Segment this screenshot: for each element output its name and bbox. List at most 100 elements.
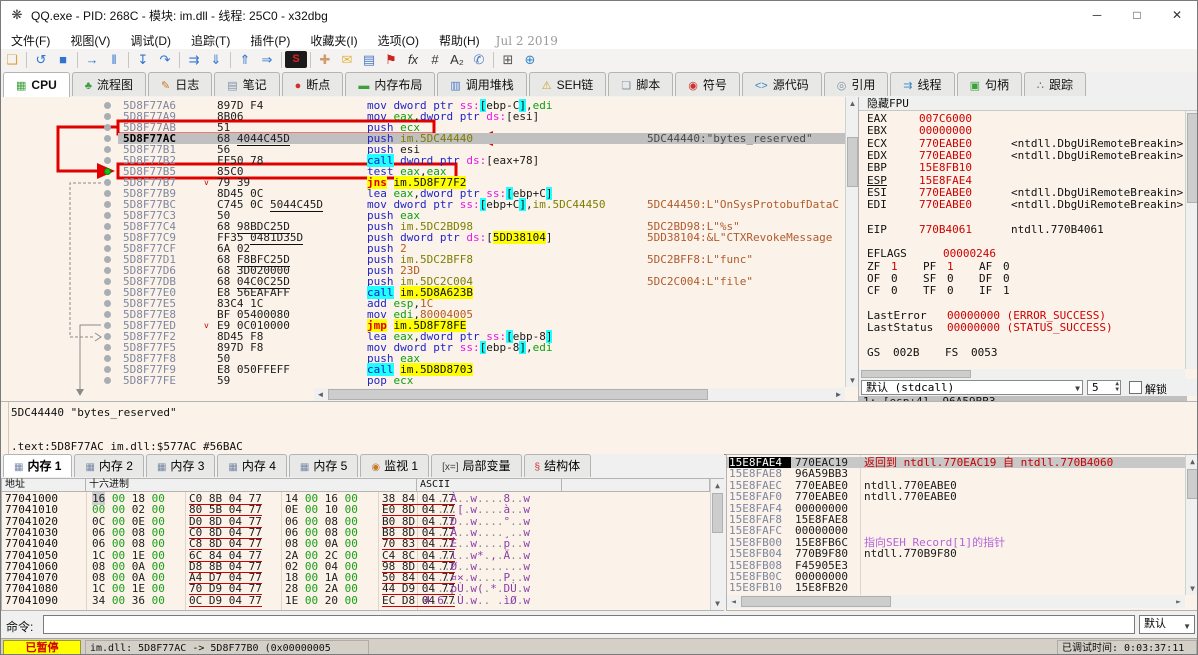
font-icon[interactable]: A₂: [446, 49, 468, 70]
instruction-dot-icon[interactable]: [104, 201, 111, 208]
tab-graph[interactable]: ♣ 流程图: [71, 72, 146, 96]
instruction-dot-icon[interactable]: [104, 157, 111, 164]
register-row[interactable]: LastError 00000000 (ERROR_SUCCESS): [867, 309, 1106, 322]
memory-dump-pane[interactable]: 地址 十六进制 ASCII ▲ ▼ 77041000 16 00 18 00 C0 …: [1, 478, 724, 611]
args-count-stepper[interactable]: 5 ▲ ▼: [1087, 380, 1121, 395]
tab-cpu[interactable]: ▦ CPU: [3, 72, 70, 97]
patch-icon[interactable]: ✚: [314, 49, 336, 70]
instruction-dot-icon[interactable]: [104, 135, 111, 142]
tab-trace[interactable]: ∴ 跟踪: [1023, 72, 1086, 96]
tab-dump-1[interactable]: ▦ 内存 1: [3, 454, 73, 477]
tab-handles[interactable]: ▣ 句柄: [956, 72, 1022, 96]
register-row[interactable]: EAX 007C6000: [867, 113, 972, 125]
bookmark-icon[interactable]: ⚑: [380, 49, 402, 70]
instruction-dot-icon[interactable]: [104, 113, 111, 120]
binary-icon[interactable]: ▤: [358, 49, 380, 70]
dump-row[interactable]: 77041090 34 00 36 00 0C D9 04 77 1E 00 20 0…: [2, 595, 710, 607]
instruction-dot-icon[interactable]: [104, 311, 111, 318]
register-row[interactable]: GS 002B FS 0053: [867, 346, 998, 359]
stack-horizontal-scrollbar[interactable]: ◄ ►: [727, 595, 1185, 608]
breakpoint-dot-icon[interactable]: [104, 168, 111, 175]
instruction-dot-icon[interactable]: [104, 300, 111, 307]
script-s-button[interactable]: S: [285, 51, 307, 68]
scroll-down-arrow[interactable]: ▼: [711, 597, 724, 610]
registers-horizontal-scrollbar[interactable]: [859, 369, 1185, 379]
run-icon[interactable]: →: [81, 49, 103, 70]
instruction-dot-icon[interactable]: [104, 223, 111, 230]
disassembly-pane[interactable]: ▲ ▼ ◄ ► 5D8F77A6 897D F4 mov dword ptr ss:…: [1, 97, 859, 401]
scrollbar-thumb[interactable]: [847, 137, 858, 187]
instruction-dot-icon[interactable]: [104, 333, 111, 340]
register-row[interactable]: CF 0 TF 0 IF 1: [867, 285, 1010, 297]
stack-row[interactable]: 15E8FB10 15E8FB20: [727, 582, 1185, 593]
tab-locals[interactable]: [x=] 局部变量: [431, 454, 522, 477]
fx-icon[interactable]: fx: [402, 49, 424, 70]
instruction-dot-icon[interactable]: [104, 190, 111, 197]
stack-row[interactable]: 15E8FB04 770B9F80 ntdll.770B9F80: [727, 548, 1185, 559]
close-button[interactable]: ✕: [1157, 1, 1197, 29]
tab-call-stack[interactable]: ▥ 调用堆栈: [437, 72, 527, 96]
scroll-left-arrow[interactable]: ◄: [727, 595, 740, 608]
register-row[interactable]: EDI 770EABE0 <ntdll.DbgUiRemoteBreakin>: [867, 199, 1183, 211]
open-file-icon[interactable]: ❑: [1, 49, 23, 70]
scrollbar-thumb[interactable]: [741, 596, 891, 607]
tab-breakpoints[interactable]: ● 断点: [281, 72, 344, 96]
restart-icon[interactable]: ↺: [30, 49, 52, 70]
disasm-vertical-scrollbar[interactable]: ▲ ▼: [845, 97, 858, 387]
scrollbar-thumb[interactable]: [861, 370, 971, 378]
instruction-dot-icon[interactable]: [104, 355, 111, 362]
tab-symbols[interactable]: ◉ 符号: [675, 72, 740, 96]
instruction-dot-icon[interactable]: [104, 146, 111, 153]
register-row[interactable]: OF 0 SF 0 DF 0: [867, 272, 1010, 285]
tab-script[interactable]: ❏ 脚本: [608, 72, 674, 96]
register-row[interactable]: ZF 1 PF 1 AF 0: [867, 260, 1010, 273]
register-row[interactable]: EDX 770EABE0 <ntdll.DbgUiRemoteBreakin>: [867, 149, 1183, 162]
calculator-icon[interactable]: ⊞: [497, 49, 519, 70]
instruction-dot-icon[interactable]: [104, 377, 111, 384]
register-row[interactable]: EIP 770B4061 ntdll.770B4061: [867, 223, 1104, 236]
register-row[interactable]: EBP 15E8FB10: [867, 162, 972, 174]
instruction-dot-icon[interactable]: [104, 278, 111, 285]
scroll-up-arrow[interactable]: ▲: [711, 479, 724, 492]
register-row[interactable]: ECX 770EABE0 <ntdll.DbgUiRemoteBreakin>: [867, 137, 1183, 150]
notes-icon[interactable]: ✆: [468, 49, 490, 70]
register-row[interactable]: ESI 770EABE0 <ntdll.DbgUiRemoteBreakin>: [867, 186, 1183, 199]
instruction-dot-icon[interactable]: [104, 289, 111, 296]
instruction-dot-icon[interactable]: [104, 245, 111, 252]
tab-watch-1[interactable]: ◉ 监视 1: [360, 454, 430, 477]
tab-references[interactable]: ◎ 引用: [823, 72, 889, 96]
scroll-left-arrow[interactable]: ◄: [314, 388, 327, 401]
tab-dump-2[interactable]: ▦ 内存 2: [74, 454, 144, 477]
tab-source[interactable]: <> 源代码: [741, 72, 822, 96]
instruction-dot-icon[interactable]: [104, 124, 111, 131]
instruction-dot-icon[interactable]: [104, 322, 111, 329]
instruction-dot-icon[interactable]: [104, 102, 111, 109]
hide-fpu-button[interactable]: 隐藏FPU: [859, 97, 1197, 111]
execute-till-return-icon[interactable]: ⇓: [205, 49, 227, 70]
unlock-checkbox[interactable]: [1129, 381, 1142, 394]
stack-vertical-scrollbar[interactable]: ▲ ▼: [1185, 455, 1197, 595]
tab-dump-4[interactable]: ▦ 内存 4: [217, 454, 287, 477]
maximize-button[interactable]: □: [1117, 1, 1157, 29]
instruction-dot-icon[interactable]: [104, 256, 111, 263]
stop-icon[interactable]: ■: [52, 49, 74, 70]
tab-notes[interactable]: ▤ 笔记: [214, 72, 280, 96]
tab-threads[interactable]: ⇉ 线程: [890, 72, 955, 96]
tab-seh[interactable]: ⚠ SEH链: [528, 72, 607, 96]
column-header-ascii[interactable]: ASCII: [417, 479, 562, 492]
scroll-up-arrow[interactable]: ▲: [1186, 455, 1197, 468]
tab-log[interactable]: ✎ 日志: [147, 72, 213, 96]
disasm-row[interactable]: 5D8F77FE 59 pop ecx: [1, 375, 845, 386]
stack-row[interactable]: 15E8FAF0 770EABE0 ntdll.770EABE0: [727, 491, 1185, 502]
pause-icon[interactable]: ‖: [103, 49, 125, 70]
run-to-cursor-icon[interactable]: ⇉: [183, 49, 205, 70]
comment-icon[interactable]: ✉: [336, 49, 358, 70]
instruction-dot-icon[interactable]: [104, 212, 111, 219]
instruction-dot-icon[interactable]: [104, 179, 111, 186]
spinner-arrows-icon[interactable]: ▲ ▼: [1115, 381, 1119, 393]
instruction-dot-icon[interactable]: [104, 366, 111, 373]
instruction-dot-icon[interactable]: [104, 267, 111, 274]
scroll-down-arrow[interactable]: ▼: [846, 374, 858, 387]
instruction-dot-icon[interactable]: [104, 234, 111, 241]
register-row[interactable]: EFLAGS 00000246: [867, 248, 996, 260]
